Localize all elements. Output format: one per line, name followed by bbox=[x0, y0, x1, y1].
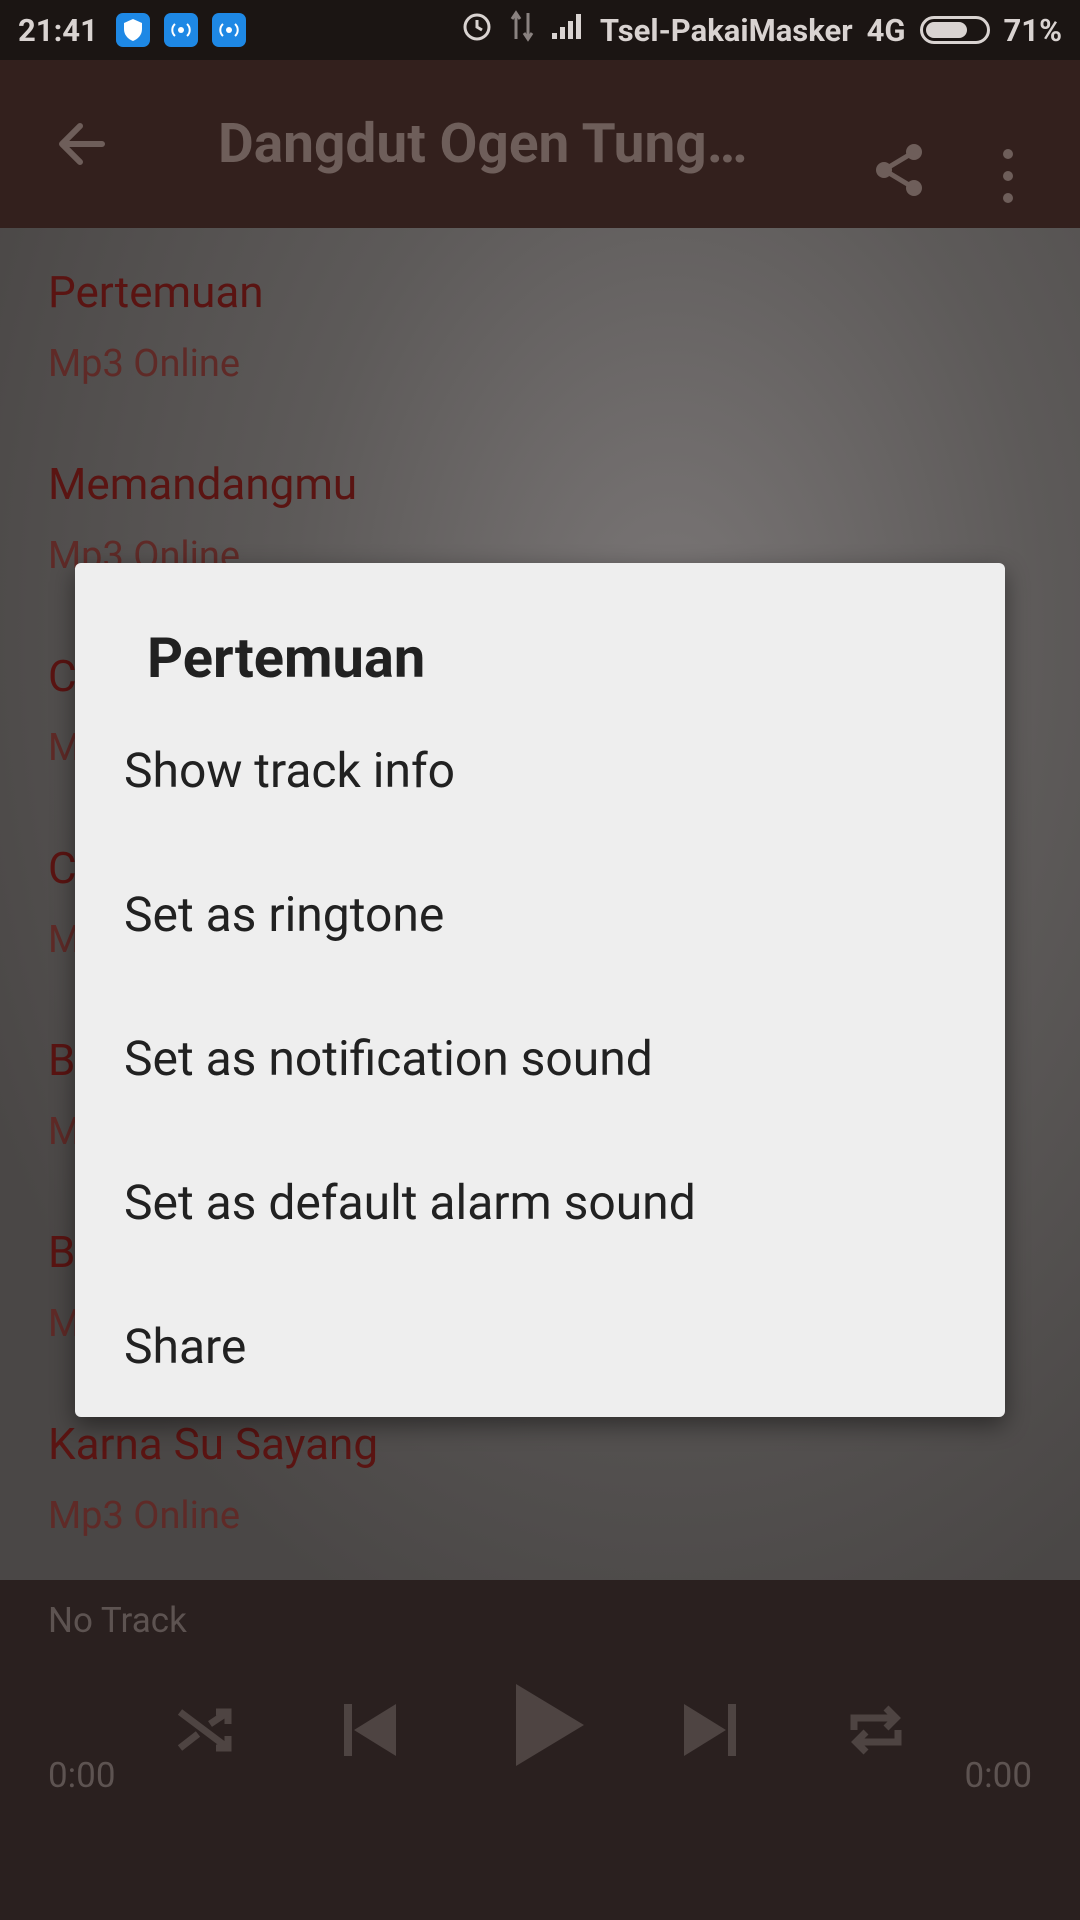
menu-item-show-track-info[interactable]: Show track info bbox=[124, 725, 964, 815]
context-menu-dialog: Pertemuan Show track info Set as rington… bbox=[75, 563, 1005, 1417]
menu-item-set-ringtone[interactable]: Set as ringtone bbox=[124, 869, 964, 959]
menu-item-share[interactable]: Share bbox=[124, 1301, 964, 1391]
menu-item-set-alarm-sound[interactable]: Set as default alarm sound bbox=[124, 1157, 964, 1247]
menu-item-set-notification-sound[interactable]: Set as notification sound bbox=[124, 1013, 964, 1103]
dialog-title: Pertemuan bbox=[147, 625, 426, 691]
